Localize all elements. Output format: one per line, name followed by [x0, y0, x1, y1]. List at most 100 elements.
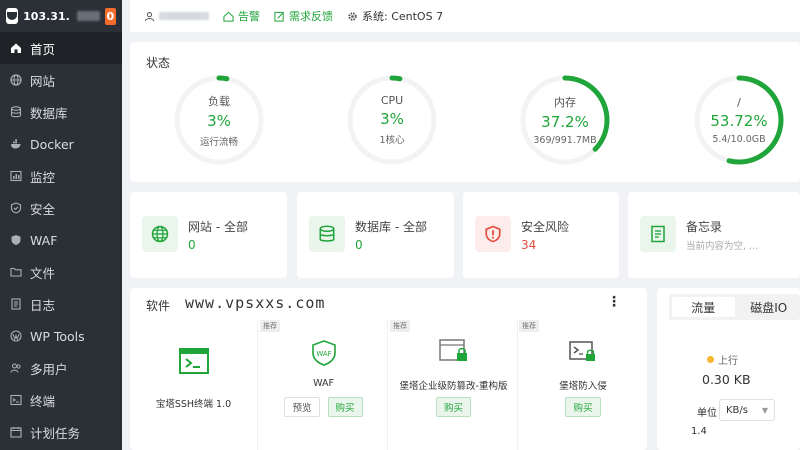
gauge-sub: 1核心: [379, 135, 405, 146]
sidebar-item-database[interactable]: 数据库: [0, 96, 122, 128]
summary-databases[interactable]: 数据库 - 全部 0: [297, 192, 454, 278]
sidebar-item-label: 多用户: [30, 361, 68, 377]
sidebar-menu: 首页 网站 数据库 Docker 监控 安全 WAF 文件 日志 WP Tool…: [0, 32, 122, 448]
gauge-label: 内存: [554, 96, 576, 109]
gauge-value: 3%: [207, 111, 231, 130]
app-name: WAF: [313, 378, 334, 389]
intrusion-prevention-icon: [569, 341, 595, 361]
message-badge[interactable]: 0: [104, 7, 116, 25]
sidebar-item-cron[interactable]: 计划任务: [0, 416, 122, 448]
summary-title: 网站 - 全部: [188, 220, 248, 234]
home-alert-icon: [223, 11, 234, 22]
tab-traffic[interactable]: 流量: [672, 297, 735, 317]
sidebar-item-label: 日志: [30, 297, 56, 313]
gauge-cpu[interactable]: CPU 3% 1核心: [347, 75, 437, 165]
gauge-memory[interactable]: 内存 37.2% 369/991.7MB: [520, 75, 610, 165]
waf-shield-icon: [10, 234, 22, 246]
sidebar-item-monitor[interactable]: 监控: [0, 160, 122, 192]
sidebar-item-label: 文件: [30, 265, 56, 281]
monitor-icon: [10, 170, 22, 182]
sidebar-item-label: 网站: [30, 73, 56, 89]
sidebar-item-wp-tools[interactable]: WP Tools: [0, 320, 122, 352]
unit-select[interactable]: KB/s ▼: [719, 399, 775, 421]
system-info: 系统: CentOS 7: [347, 8, 443, 24]
sidebar-item-home[interactable]: 首页: [0, 32, 122, 64]
summary-value: 0: [188, 238, 196, 252]
ip-redacted: [76, 11, 100, 21]
preview-button[interactable]: 预览: [284, 397, 320, 417]
folder-icon: [10, 266, 22, 278]
summary-memo[interactable]: 备忘录 当前内容为空, ...: [628, 192, 800, 278]
user-info[interactable]: [144, 11, 209, 22]
users-icon: [10, 362, 22, 374]
recommend-tag: 推荐: [519, 320, 539, 332]
buy-button[interactable]: 购买: [327, 397, 363, 417]
more-options-icon[interactable]: ⋮: [607, 294, 621, 310]
sidebar-item-files[interactable]: 文件: [0, 256, 122, 288]
gauge-sub: 369/991.7MB: [533, 135, 597, 146]
software-title: 软件: [146, 299, 171, 313]
waf-app-icon: WAF: [311, 340, 336, 366]
traffic-card: 流量 磁盘IO 上行 0.30 KB 单位 KB/s ▼ 1.4: [657, 288, 800, 450]
unit-label: 单位: [697, 408, 717, 419]
globe-icon: [10, 74, 22, 86]
gauge-value: 3%: [380, 110, 404, 128]
gauge-load[interactable]: 负载 3% 运行流畅: [174, 75, 264, 165]
risk-shield-icon: [475, 216, 511, 252]
sidebar-item-website[interactable]: 网站: [0, 64, 122, 96]
upload-value: 0.30 KB: [702, 372, 751, 387]
app-tamper-proof[interactable]: 推荐 堡塔企业级防篡改-重构版 购买: [390, 320, 518, 450]
gauge-label: 负载: [208, 94, 230, 108]
alert-label: 告警: [238, 10, 260, 23]
sidebar-item-label: 监控: [30, 169, 56, 185]
summary-security-risk[interactable]: 安全风险 34: [463, 192, 619, 278]
svg-text:WAF: WAF: [316, 350, 331, 358]
recommend-tag: 推荐: [390, 320, 410, 332]
legend-upload[interactable]: 上行: [707, 352, 738, 367]
home-icon: [10, 42, 22, 54]
legend-dot: [707, 356, 714, 363]
sidebar-item-waf[interactable]: WAF: [0, 224, 122, 256]
wordpress-icon: [10, 330, 22, 342]
buy-button[interactable]: 购买: [435, 397, 471, 417]
tab-disk-io[interactable]: 磁盘IO: [738, 294, 800, 320]
sidebar-item-label: 计划任务: [30, 425, 81, 441]
server-ip: 103.31.: [23, 9, 70, 23]
summary-title: 备忘录: [686, 220, 723, 234]
tamper-proof-icon: [438, 339, 467, 361]
sidebar-item-multi-user[interactable]: 多用户: [0, 352, 122, 384]
sidebar-item-terminal[interactable]: 终端: [0, 384, 122, 416]
ssh-terminal-icon: [178, 348, 209, 374]
username-redacted: [159, 12, 209, 20]
unit-select-value: KB/s: [726, 404, 748, 416]
app-ssh-terminal[interactable]: 宝塔SSH终端 1.0: [130, 320, 258, 450]
feedback-label: 需求反馈: [289, 10, 333, 23]
sidebar-item-security[interactable]: 安全: [0, 192, 122, 224]
database-icon: [10, 106, 22, 118]
sidebar-item-label: WP Tools: [30, 328, 85, 344]
sidebar-item-logs[interactable]: 日志: [0, 288, 122, 320]
sidebar-item-label: Docker: [30, 136, 74, 152]
docker-icon: [10, 138, 22, 150]
feedback-link[interactable]: 需求反馈: [274, 8, 333, 24]
status-title: 状态: [146, 56, 171, 70]
database-icon: [309, 216, 345, 252]
summary-websites[interactable]: 网站 - 全部 0: [130, 192, 287, 278]
baota-logo-icon: [6, 8, 19, 24]
gauge-value: 37.2%: [541, 113, 589, 131]
log-icon: [10, 298, 22, 310]
software-card: 软件 www.vpsxxs.com ⋮ 宝塔SSH终端 1.0 推荐 WAF W…: [130, 288, 647, 450]
alert-link[interactable]: 告警: [223, 8, 260, 24]
summary-value: 0: [355, 238, 363, 252]
gauge-label: /: [737, 95, 741, 109]
memo-icon: [640, 216, 676, 252]
app-intrusion-prevention[interactable]: 推荐 堡塔防入侵 购买: [519, 320, 647, 450]
gauge-sub: 运行流畅: [199, 136, 238, 148]
top-header: 告警 需求反馈 系统: CentOS 7: [130, 0, 800, 32]
status-card: 状态 负载 3% 运行流畅 CPU 3% 1核心 内存 37.2% 369/99…: [130, 42, 800, 182]
gauge-disk[interactable]: / 53.72% 5.4/10.0GB: [694, 75, 784, 165]
sidebar-item-label: 数据库: [30, 105, 68, 121]
sidebar-item-docker[interactable]: Docker: [0, 128, 122, 160]
buy-button[interactable]: 购买: [565, 397, 601, 417]
app-waf[interactable]: 推荐 WAF WAF 预览 购买: [260, 320, 388, 450]
